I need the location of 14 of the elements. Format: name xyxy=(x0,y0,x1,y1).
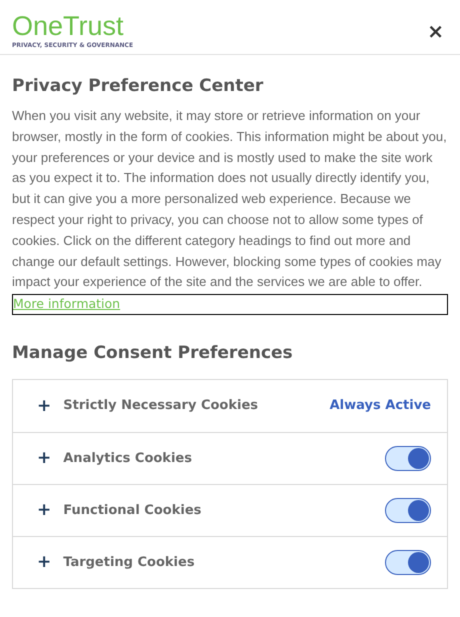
status-label: Always Active xyxy=(330,397,431,416)
section-heading: Manage Consent Preferences xyxy=(12,342,294,366)
expand-button[interactable]: + xyxy=(37,450,52,468)
close-button[interactable]: × xyxy=(427,21,444,41)
category-label[interactable]: Strictly Necessary Cookies xyxy=(63,396,258,416)
dialog-title: Privacy Preference Center xyxy=(12,75,264,98)
expand-button[interactable]: + xyxy=(37,398,52,415)
expand-button[interactable]: + xyxy=(37,502,52,520)
logo-wordmark: OneTrust xyxy=(12,11,125,41)
category-label[interactable]: Analytics Cookies xyxy=(63,448,192,468)
description-text: When you visit any website, it may store or retrieve information on your browser, mostly in the form of cookies. This information might be about you, your preferences or your device and is mostly used to make the site work as you expect it to. The information does not usually directly identify you, but it can give you a more personalized web experience. Because we respect your right to privacy, you can choose not to allow some types of cookies. Click on the different category headings to find out more and change our default settings. However, blocking some types of cookies may impact your experience of the site and the services we are able to offer. xyxy=(12,107,448,292)
category-label[interactable]: Functional Cookies xyxy=(63,500,202,520)
expand-button[interactable]: + xyxy=(37,554,52,572)
category-label[interactable]: Targeting Cookies xyxy=(63,552,195,572)
